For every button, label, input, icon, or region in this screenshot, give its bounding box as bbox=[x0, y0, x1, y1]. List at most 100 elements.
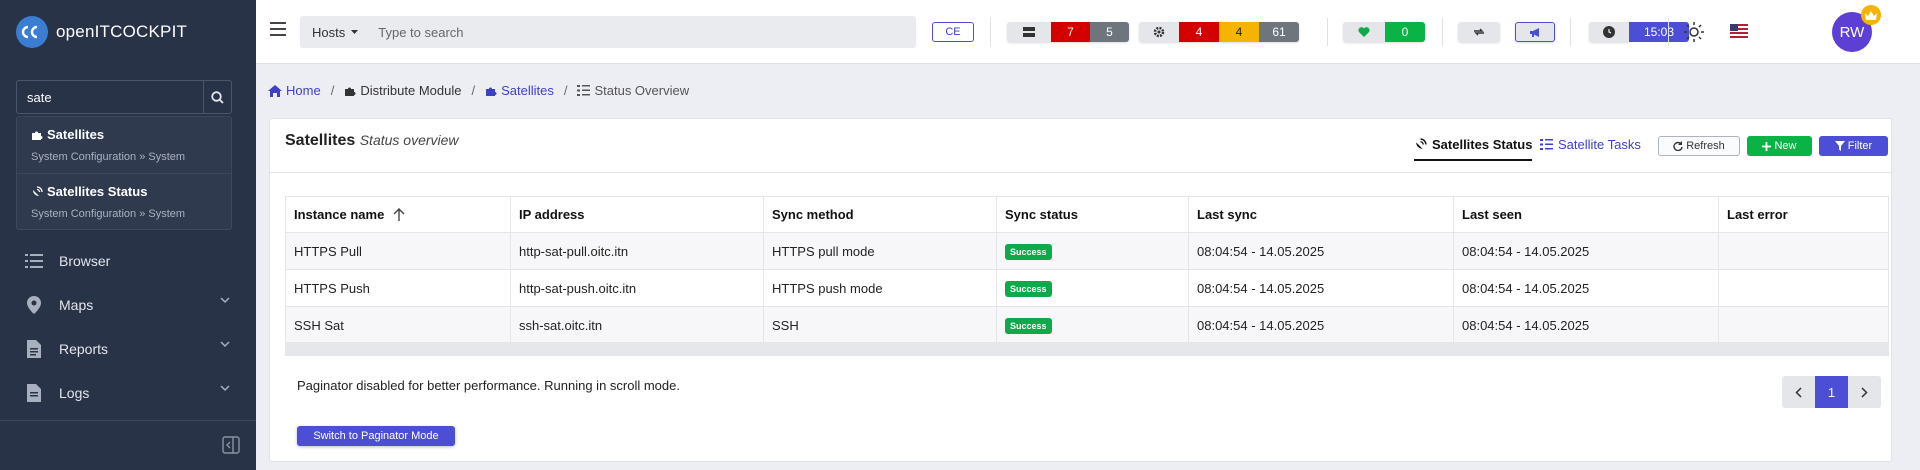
chevron-left-icon bbox=[1795, 386, 1802, 398]
host-critical-count[interactable]: 7 bbox=[1051, 22, 1090, 42]
column-header-instance-name[interactable]: Instance name bbox=[285, 196, 511, 233]
column-header-last-seen[interactable]: Last seen bbox=[1453, 196, 1719, 233]
sidebar-item-browser[interactable]: Browser bbox=[0, 239, 256, 283]
cell-sync-method: HTTPS pull mode bbox=[763, 232, 997, 270]
list-icon bbox=[24, 254, 44, 268]
service-unknown-count[interactable]: 61 bbox=[1259, 22, 1299, 42]
sync-icon bbox=[1458, 22, 1500, 42]
cell-ip-address: http-sat-push.oitc.itn bbox=[510, 269, 764, 307]
table-row[interactable]: HTTPS Pull http-sat-pull.oitc.itn HTTPS … bbox=[285, 232, 1889, 270]
theme-toggle-sun-icon[interactable] bbox=[1684, 22, 1704, 42]
sort-ascending-icon[interactable] bbox=[393, 208, 405, 221]
sidebar-item-logs[interactable]: Logs bbox=[0, 371, 256, 415]
sidebar-item-label: Reports bbox=[59, 341, 109, 357]
status-badge: Success bbox=[1005, 243, 1052, 260]
search-result-satellites[interactable]: Satellites System Configuration » System bbox=[17, 117, 231, 174]
column-header-last-sync[interactable]: Last sync bbox=[1188, 196, 1454, 233]
us-flag-icon[interactable] bbox=[1730, 24, 1748, 38]
sidebar-item-reports[interactable]: Reports bbox=[0, 327, 256, 371]
table-header-row: Instance name IP address Sync method Syn… bbox=[285, 196, 1889, 233]
table-row[interactable]: HTTPS Push http-sat-push.oitc.itn HTTPS … bbox=[285, 269, 1889, 307]
pagination-current-page[interactable]: 1 bbox=[1815, 376, 1848, 408]
file-report-icon bbox=[24, 340, 44, 358]
global-search-input[interactable]: Type to search bbox=[378, 25, 463, 40]
crown-icon bbox=[1861, 5, 1881, 25]
column-header-last-error[interactable]: Last error bbox=[1718, 196, 1889, 233]
cell-last-seen: 08:04:54 - 14.05.2025 bbox=[1453, 306, 1719, 344]
pagination-prev-button[interactable] bbox=[1782, 376, 1815, 408]
host-status-summary[interactable]: 7 5 bbox=[1007, 22, 1129, 42]
edition-badge[interactable]: CE bbox=[932, 22, 974, 42]
column-header-sync-method[interactable]: Sync method bbox=[763, 196, 997, 233]
hamburger-menu-icon[interactable] bbox=[270, 22, 286, 36]
pagination-next-button[interactable] bbox=[1848, 376, 1881, 408]
paginator-note: Paginator disabled for better performanc… bbox=[297, 378, 680, 393]
search-result-satellites-status[interactable]: Satellites Status System Configuration »… bbox=[17, 174, 231, 231]
breadcrumb-satellites[interactable]: Satellites bbox=[485, 83, 554, 98]
horizontal-scrollbar[interactable] bbox=[285, 342, 1889, 356]
refresh-toggle[interactable] bbox=[1458, 22, 1500, 42]
tab-satellites-status[interactable]: Satellites Status bbox=[1414, 137, 1533, 161]
sidebar-item-label: Browser bbox=[59, 253, 111, 269]
cell-ip-address: ssh-sat.oitc.itn bbox=[510, 306, 764, 344]
satellite-dish-icon bbox=[33, 185, 43, 196]
cell-last-error bbox=[1718, 232, 1889, 270]
status-badge: Success bbox=[1005, 317, 1052, 334]
table-row[interactable]: SSH Sat ssh-sat.oitc.itn SSH Success 08:… bbox=[285, 306, 1889, 344]
cell-last-sync: 08:04:54 - 14.05.2025 bbox=[1188, 269, 1454, 307]
chevron-down-icon bbox=[220, 385, 230, 392]
gear-icon bbox=[1139, 22, 1179, 42]
service-warning-count[interactable]: 4 bbox=[1219, 22, 1259, 42]
button-label: New bbox=[1774, 140, 1797, 152]
ok-count[interactable]: 0 bbox=[1385, 22, 1425, 42]
card-title: Satellites Status overview bbox=[285, 132, 459, 150]
menu-search-input[interactable] bbox=[17, 81, 203, 113]
caret-down-icon bbox=[351, 30, 359, 34]
ok-summary[interactable]: 0 bbox=[1343, 22, 1425, 42]
filter-button[interactable]: Filter bbox=[1819, 136, 1888, 156]
search-type-dropdown[interactable]: Hosts bbox=[300, 25, 370, 40]
cell-sync-status: Success bbox=[996, 269, 1189, 307]
breadcrumb-label: Satellites bbox=[501, 83, 554, 98]
puzzle-icon bbox=[345, 87, 356, 96]
new-button[interactable]: New bbox=[1747, 136, 1812, 156]
service-status-summary[interactable]: 4 4 61 bbox=[1139, 22, 1299, 42]
divider bbox=[1327, 18, 1328, 46]
cell-sync-method: SSH bbox=[763, 306, 997, 344]
cell-last-sync: 08:04:54 - 14.05.2025 bbox=[1188, 232, 1454, 270]
breadcrumb-home[interactable]: Home bbox=[268, 83, 321, 98]
host-unknown-count[interactable]: 5 bbox=[1090, 22, 1129, 42]
chevron-down-icon bbox=[220, 297, 230, 304]
cell-sync-method: HTTPS push mode bbox=[763, 269, 997, 307]
page-subtitle: Status overview bbox=[359, 132, 459, 148]
announcements-button[interactable] bbox=[1515, 22, 1555, 42]
breadcrumb-label: Status Overview bbox=[594, 83, 690, 98]
breadcrumb-label: Home bbox=[286, 83, 321, 98]
top-header: Hosts Type to search CE 7 5 4 4 61 0 15:… bbox=[256, 0, 1920, 64]
status-badge: Success bbox=[1005, 280, 1052, 297]
menu-search-button[interactable] bbox=[203, 81, 231, 113]
list-check-icon bbox=[577, 85, 591, 96]
search-icon bbox=[211, 90, 224, 104]
column-header-ip-address[interactable]: IP address bbox=[510, 196, 764, 233]
tab-satellite-tasks[interactable]: Satellite Tasks bbox=[1540, 137, 1641, 152]
collapse-sidebar-icon[interactable] bbox=[222, 436, 240, 454]
cell-ip-address: http-sat-pull.oitc.itn bbox=[510, 232, 764, 270]
cell-last-error bbox=[1718, 306, 1889, 344]
satellite-dish-icon bbox=[1416, 138, 1427, 149]
brand[interactable]: openITCOCKPIT bbox=[0, 0, 256, 64]
satellites-card: Satellites Status overview Satellites St… bbox=[269, 118, 1892, 462]
cell-last-sync: 08:04:54 - 14.05.2025 bbox=[1188, 306, 1454, 344]
sidebar: openITCOCKPIT Satellites System Configur… bbox=[0, 0, 256, 470]
heartbeat-icon bbox=[1343, 22, 1385, 42]
sidebar-item-maps[interactable]: Maps bbox=[0, 283, 256, 327]
service-critical-count[interactable]: 4 bbox=[1179, 22, 1219, 42]
switch-to-paginator-button[interactable]: Switch to Paginator Mode bbox=[297, 426, 455, 446]
column-header-sync-status[interactable]: Sync status bbox=[996, 196, 1189, 233]
clock-icon bbox=[1589, 22, 1629, 42]
refresh-button[interactable]: Refresh bbox=[1658, 136, 1740, 156]
cell-last-error bbox=[1718, 269, 1889, 307]
cell-sync-status: Success bbox=[996, 232, 1189, 270]
search-type-label: Hosts bbox=[312, 24, 346, 40]
tab-label: Satellites Status bbox=[1432, 137, 1533, 152]
